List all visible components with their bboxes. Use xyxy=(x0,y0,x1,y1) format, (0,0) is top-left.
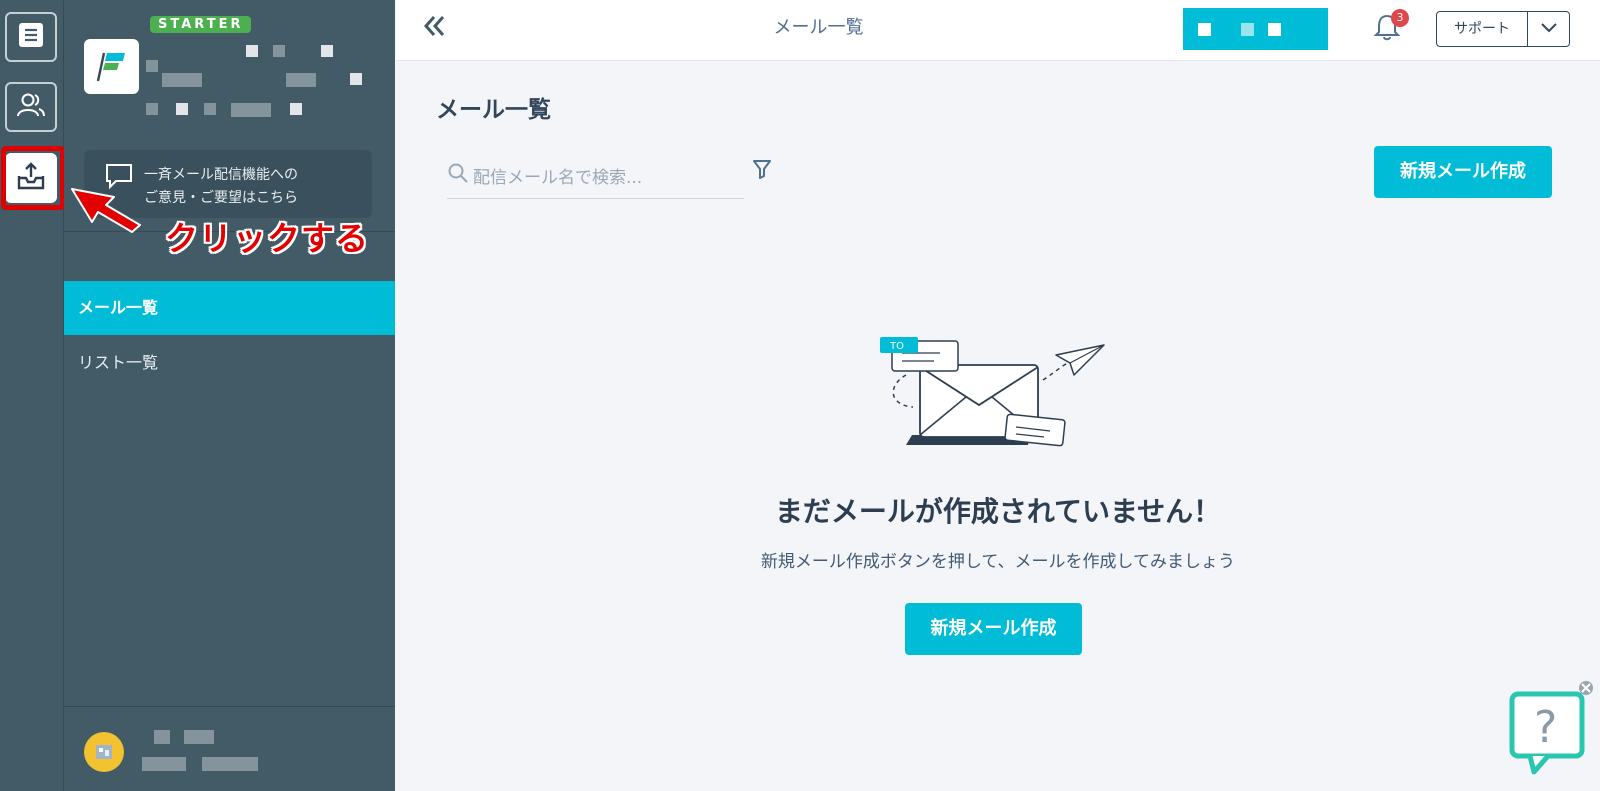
feedback-text-line2: ご意見・ご要望はこちら xyxy=(144,190,298,206)
annotation-label: クリックする xyxy=(165,219,369,258)
annotation-arrow xyxy=(71,188,141,233)
masked-account-name xyxy=(1268,23,1281,36)
masked-account-name xyxy=(1198,23,1211,36)
empty-state-description: 新規メール作成ボタンを押して、メールを作成してみましょう xyxy=(760,552,1236,572)
chevron-down-icon[interactable] xyxy=(1540,20,1558,40)
masked-user-name xyxy=(184,730,214,744)
account-switcher[interactable] xyxy=(1183,8,1328,50)
help-question-icon: ? xyxy=(1509,681,1593,775)
sidebar-divider xyxy=(64,706,395,707)
page-title: メール一覧 xyxy=(436,97,551,123)
masked-org-name xyxy=(231,103,271,117)
masked-org-name xyxy=(290,103,302,115)
feedback-text-line1: 一斉メール配信機能への xyxy=(144,167,298,183)
topbar: メール一覧 3 サポート xyxy=(396,0,1600,61)
search-input[interactable]: 配信メール名で検索... xyxy=(447,152,744,199)
masked-org-name xyxy=(246,45,258,57)
masked-org-name xyxy=(321,45,333,57)
avatar[interactable] xyxy=(84,732,124,772)
support-label: サポート xyxy=(1454,21,1510,37)
empty-state-title: まだメールが作成されていません！ xyxy=(774,495,1222,528)
user-avatar-icon xyxy=(96,745,112,759)
sidebar-item-list-list[interactable]: リスト一覧 xyxy=(64,336,395,390)
search-placeholder: 配信メール名で検索... xyxy=(473,168,643,188)
support-dropdown[interactable]: サポート xyxy=(1436,11,1570,47)
masked-user-name xyxy=(202,757,258,771)
svg-text:?: ? xyxy=(1534,702,1557,753)
sidebar-item-mail-list[interactable]: メール一覧 xyxy=(64,281,395,335)
plan-badge: STARTER xyxy=(150,16,252,33)
masked-org-name xyxy=(286,73,316,87)
empty-state-illustration: TO xyxy=(878,335,1108,464)
search-icon xyxy=(447,162,469,188)
masked-account-name xyxy=(1241,23,1254,36)
empty-state-new-mail-button[interactable]: 新規メール作成 xyxy=(905,603,1082,655)
support-separator xyxy=(1527,12,1528,46)
masked-org-name xyxy=(273,45,285,57)
masked-org-name xyxy=(176,103,188,115)
masked-org-name xyxy=(350,73,362,85)
masked-org-name xyxy=(204,103,216,115)
illustration-to-tag: TO xyxy=(889,341,904,352)
masked-user-name xyxy=(154,730,170,744)
masked-user-name xyxy=(142,757,186,771)
help-chat-widget[interactable]: ? xyxy=(1508,680,1598,784)
notification-count-badge: 3 xyxy=(1391,9,1409,27)
filter-icon[interactable] xyxy=(752,158,772,184)
envelope-illustration-icon: TO xyxy=(880,337,1105,447)
page-header-title: メール一覧 xyxy=(773,17,864,38)
masked-org-name xyxy=(162,73,202,87)
new-mail-button[interactable]: 新規メール作成 xyxy=(1374,146,1552,198)
